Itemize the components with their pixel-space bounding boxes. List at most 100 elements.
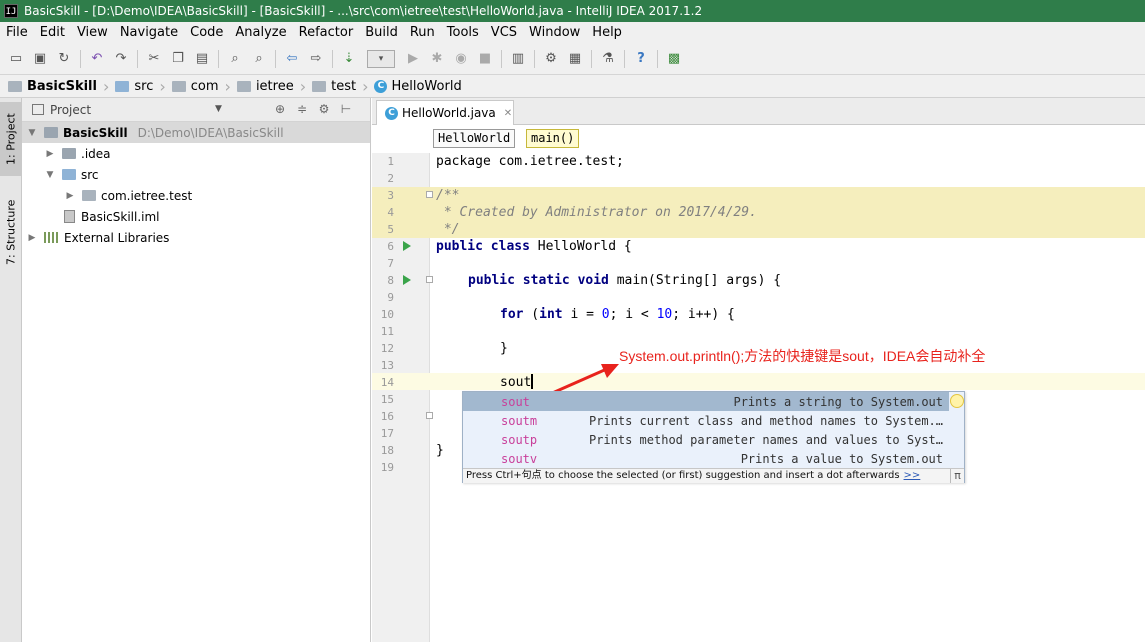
toolbar-separator xyxy=(218,49,219,68)
line-number: 13 xyxy=(380,359,394,372)
collapse-all-icon[interactable]: ≑ xyxy=(294,102,310,116)
help-icon[interactable]: ? xyxy=(631,49,651,69)
sdk-icon[interactable]: ⚗ xyxy=(598,49,618,69)
find-icon[interactable]: ⌕ xyxy=(225,49,245,69)
menu-run[interactable]: Run xyxy=(404,25,441,40)
tree-item-src[interactable]: ▼ src xyxy=(44,164,99,185)
run-main-icon[interactable] xyxy=(403,275,411,285)
tab-helloworld-java[interactable]: C HelloWorld.java ✕ xyxy=(376,100,514,125)
breadcrumb-class[interactable]: C HelloWorld xyxy=(374,79,465,94)
menu-build[interactable]: Build xyxy=(359,25,404,40)
line-number: 9 xyxy=(387,291,394,304)
settings-icon[interactable]: ⚙ xyxy=(541,49,561,69)
completion-item[interactable]: soutm Prints current class and method na… xyxy=(463,411,949,430)
package-icon xyxy=(171,80,186,92)
run-config-dropdown[interactable]: ▾ xyxy=(367,49,395,68)
coverage-icon[interactable]: ◉ xyxy=(451,49,471,69)
toolbar-separator xyxy=(501,49,502,68)
debug-icon[interactable]: ✱ xyxy=(427,49,447,69)
save-all-icon[interactable]: ▣ xyxy=(30,49,50,69)
completion-item[interactable]: sout Prints a string to System.out xyxy=(463,392,949,411)
code-line-8: public static void main(String[] args) { xyxy=(468,273,782,288)
toolbar-separator xyxy=(591,49,592,68)
update-project-icon[interactable]: ▥ xyxy=(508,49,528,69)
source-folder-icon xyxy=(62,169,76,180)
line-number: 16 xyxy=(380,410,394,423)
line-number: 17 xyxy=(380,427,394,440)
back-icon[interactable]: ⇦ xyxy=(282,49,302,69)
line-number: 7 xyxy=(387,257,394,270)
more-link[interactable]: >> xyxy=(904,470,921,481)
collapsed-arrow-icon[interactable]: ▶ xyxy=(26,233,38,243)
menu-view[interactable]: View xyxy=(71,25,114,40)
chevron-down-icon[interactable]: ▼ xyxy=(215,104,222,114)
breadcrumb-separator: › xyxy=(159,76,166,96)
gear-icon[interactable]: ⚙ xyxy=(316,102,332,116)
run-icon[interactable]: ▶ xyxy=(403,49,423,69)
menu-navigate[interactable]: Navigate xyxy=(114,25,184,40)
lightbulb-icon[interactable] xyxy=(950,394,964,408)
fold-icon[interactable] xyxy=(426,276,433,283)
project-structure-icon[interactable]: ▦ xyxy=(565,49,585,69)
forward-icon[interactable]: ⇨ xyxy=(306,49,326,69)
breadcrumb-project[interactable]: BasicSkill xyxy=(8,79,101,94)
tree-item-idea[interactable]: ▶ .idea xyxy=(44,143,111,164)
completion-item[interactable]: soutv Prints a value to System.out xyxy=(463,449,949,468)
menu-analyze[interactable]: Analyze xyxy=(229,25,292,40)
breadcrumb-ietree[interactable]: ietree xyxy=(236,79,298,94)
copy-icon[interactable]: ❐ xyxy=(168,49,188,69)
fold-icon[interactable] xyxy=(426,191,433,198)
project-tool-tab[interactable]: 1: Project xyxy=(0,102,22,176)
run-class-icon[interactable] xyxy=(403,241,411,251)
scroll-from-source-icon[interactable]: ⊕ xyxy=(272,102,288,116)
pi-icon[interactable]: π xyxy=(950,469,964,483)
menu-code[interactable]: Code xyxy=(184,25,229,40)
breadcrumb-test[interactable]: test xyxy=(312,79,360,94)
editor-crumb-class[interactable]: HelloWorld xyxy=(433,129,516,148)
menu-vcs[interactable]: VCS xyxy=(485,25,523,40)
title-bar: IJ BasicSkill - [D:\Demo\IDEA\BasicSkill… xyxy=(0,0,1145,22)
menu-edit[interactable]: Edit xyxy=(34,25,71,40)
code-line-5: */ xyxy=(436,222,460,237)
fold-icon[interactable] xyxy=(426,412,433,419)
tree-item-external-libraries[interactable]: ▶ External Libraries xyxy=(26,227,170,248)
editor-crumb-method[interactable]: main() xyxy=(526,129,580,148)
menu-refactor[interactable]: Refactor xyxy=(293,25,360,40)
menu-bar: File Edit View Navigate Code Analyze Ref… xyxy=(0,22,1145,43)
tree-item-package[interactable]: ▶ com.ietree.test xyxy=(64,185,193,206)
completion-item[interactable]: soutp Prints method parameter names and … xyxy=(463,430,949,449)
sync-icon[interactable]: ↻ xyxy=(54,49,74,69)
folder-icon xyxy=(115,80,130,92)
redo-icon[interactable]: ↷ xyxy=(111,49,131,69)
collapsed-arrow-icon[interactable]: ▶ xyxy=(44,149,56,159)
menu-file[interactable]: File xyxy=(0,25,34,40)
hide-icon[interactable]: ⊢ xyxy=(338,102,354,116)
open-folder-icon[interactable]: ▭ xyxy=(6,49,26,69)
build-icon[interactable]: ⇣ xyxy=(339,49,359,69)
collapsed-arrow-icon[interactable]: ▶ xyxy=(64,191,76,201)
line-number: 10 xyxy=(380,308,394,321)
menu-window[interactable]: Window xyxy=(523,25,586,40)
project-panel-title[interactable]: Project xyxy=(50,103,91,117)
stop-icon[interactable]: ■ xyxy=(475,49,495,69)
close-icon[interactable]: ✕ xyxy=(504,108,512,119)
line-number: 3 xyxy=(387,189,394,202)
tree-item-basicskill[interactable]: ▼ BasicSkill D:\Demo\IDEA\BasicSkill xyxy=(26,122,284,143)
breadcrumb-com[interactable]: com xyxy=(171,79,223,94)
undo-icon[interactable]: ↶ xyxy=(87,49,107,69)
paste-icon[interactable]: ▤ xyxy=(192,49,212,69)
line-number: 6 xyxy=(387,240,394,253)
expanded-arrow-icon[interactable]: ▼ xyxy=(26,128,38,138)
replace-icon[interactable]: ⌕ xyxy=(249,49,269,69)
menu-tools[interactable]: Tools xyxy=(441,25,485,40)
line-number: 2 xyxy=(387,172,394,185)
breadcrumb-src[interactable]: src xyxy=(115,79,157,94)
expanded-arrow-icon[interactable]: ▼ xyxy=(44,170,56,180)
tree-item-iml[interactable]: BasicSkill.iml xyxy=(64,206,160,227)
cut-icon[interactable]: ✂ xyxy=(144,49,164,69)
intellij-app-icon: IJ xyxy=(4,4,18,18)
structure-tool-tab[interactable]: 7: Structure xyxy=(0,190,22,274)
folder-icon xyxy=(62,148,76,159)
plugin-icon[interactable]: ▩ xyxy=(664,49,684,69)
menu-help[interactable]: Help xyxy=(586,25,628,40)
